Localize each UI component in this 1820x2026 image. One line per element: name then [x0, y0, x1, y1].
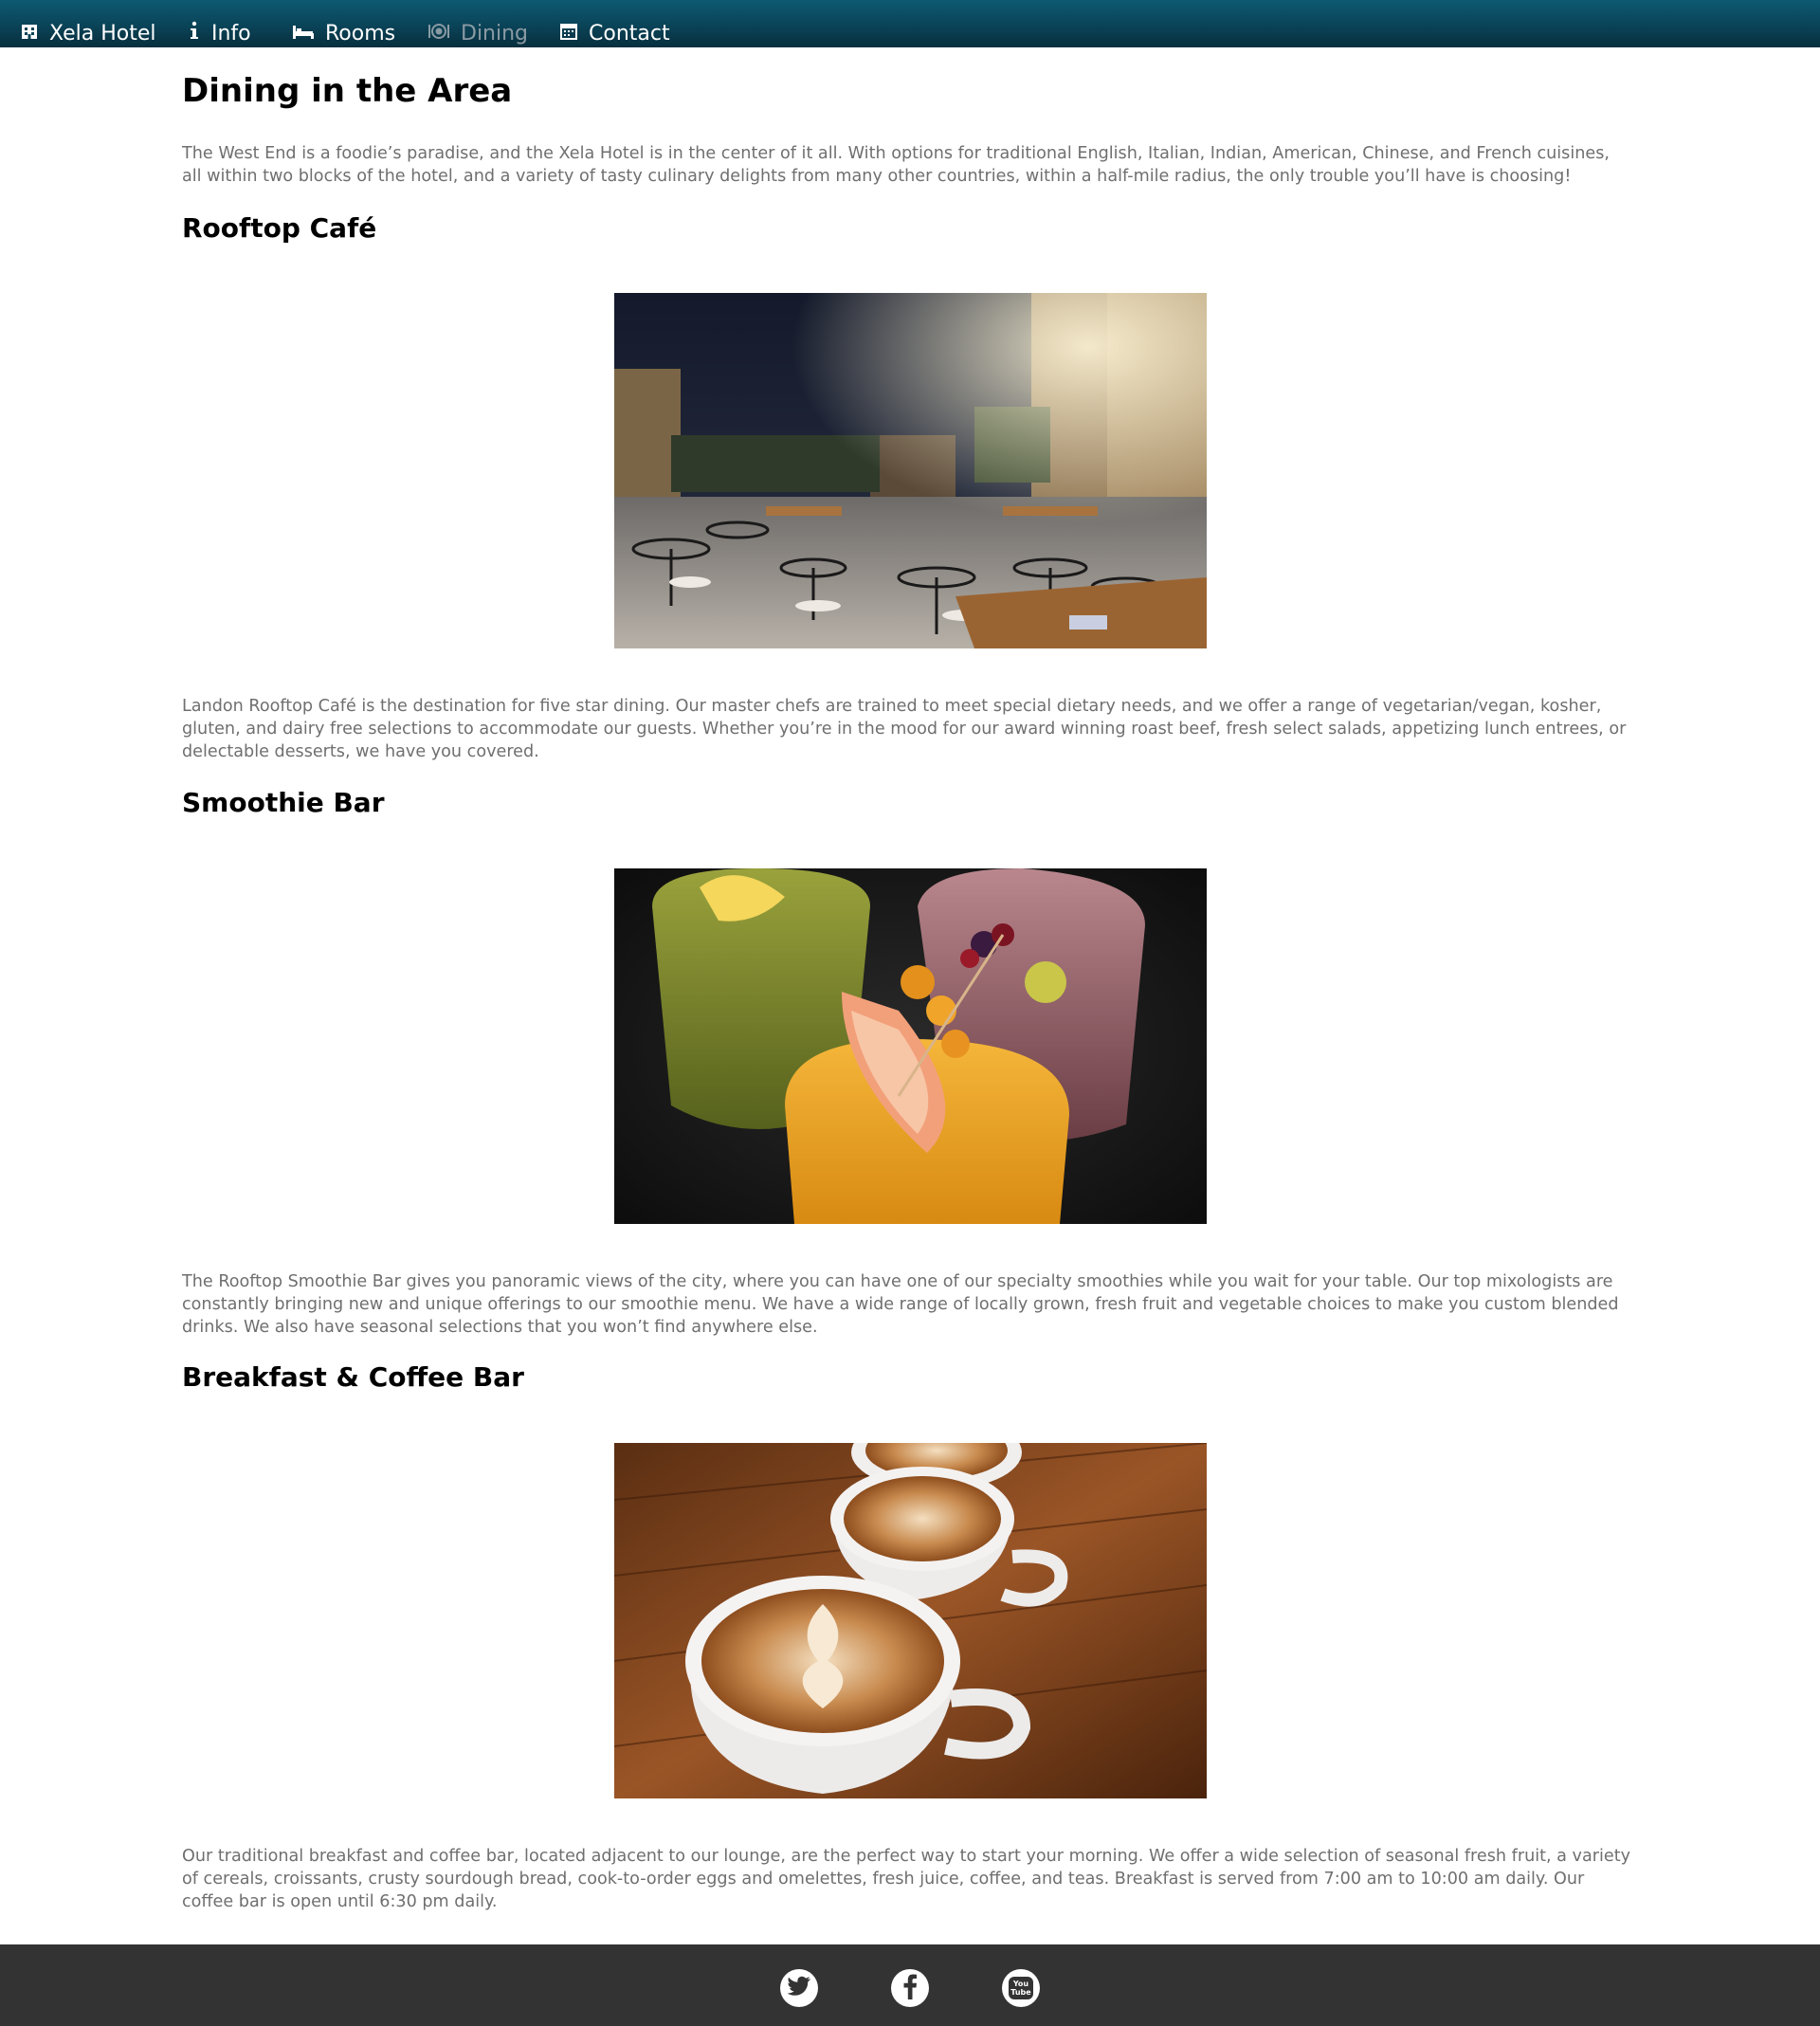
nav-brand-link[interactable]: Xela Hotel — [21, 19, 155, 47]
facebook-link[interactable] — [891, 1969, 929, 2007]
twitter-link[interactable] — [780, 1969, 818, 2007]
nav-item-info[interactable]: Info — [189, 19, 251, 47]
nav-item-label: Dining — [461, 21, 529, 46]
facebook-icon — [902, 1973, 918, 2003]
nav-item-dining[interactable]: Dining — [428, 19, 528, 47]
footer: You Tube — [0, 1944, 1820, 2026]
section-text-smoothie-bar: The Rooftop Smoothie Bar gives you panor… — [182, 1272, 1619, 1337]
nav-item-contact[interactable]: Contact — [560, 19, 670, 47]
section-heading-breakfast-coffee-bar: Breakfast & Coffee Bar — [182, 1361, 524, 1393]
smoothie-photo — [614, 868, 1207, 1224]
dining-icon — [428, 22, 449, 46]
youtube-link[interactable]: You Tube — [1002, 1969, 1040, 2007]
top-navbar: Xela Hotel Info Rooms Dining Contact — [0, 0, 1820, 47]
intro-paragraph: The West End is a foodie’s paradise, and… — [182, 144, 1610, 186]
section-heading-smoothie-bar: Smoothie Bar — [182, 787, 385, 818]
calendar-icon — [560, 22, 577, 46]
nav-item-rooms[interactable]: Rooms — [293, 19, 395, 47]
twitter-icon — [787, 1976, 811, 2000]
bed-icon — [293, 22, 314, 46]
youtube-icon: You Tube — [1009, 1977, 1033, 1999]
hotel-icon — [21, 22, 38, 46]
nav-brand-label: Xela Hotel — [49, 21, 156, 46]
nav-item-label: Contact — [589, 21, 670, 46]
section-text-rooftop-cafe: Landon Rooftop Café is the destination f… — [182, 697, 1627, 761]
rooftop-cafe-photo — [614, 293, 1207, 648]
nav-item-label: Rooms — [325, 21, 396, 46]
section-text-breakfast-coffee-bar: Our traditional breakfast and coffee bar… — [182, 1847, 1631, 1911]
coffee-photo — [614, 1443, 1207, 1798]
nav-item-label: Info — [211, 21, 251, 46]
info-icon — [189, 21, 200, 46]
page-title: Dining in the Area — [182, 72, 513, 110]
section-heading-rooftop-cafe: Rooftop Café — [182, 212, 377, 244]
